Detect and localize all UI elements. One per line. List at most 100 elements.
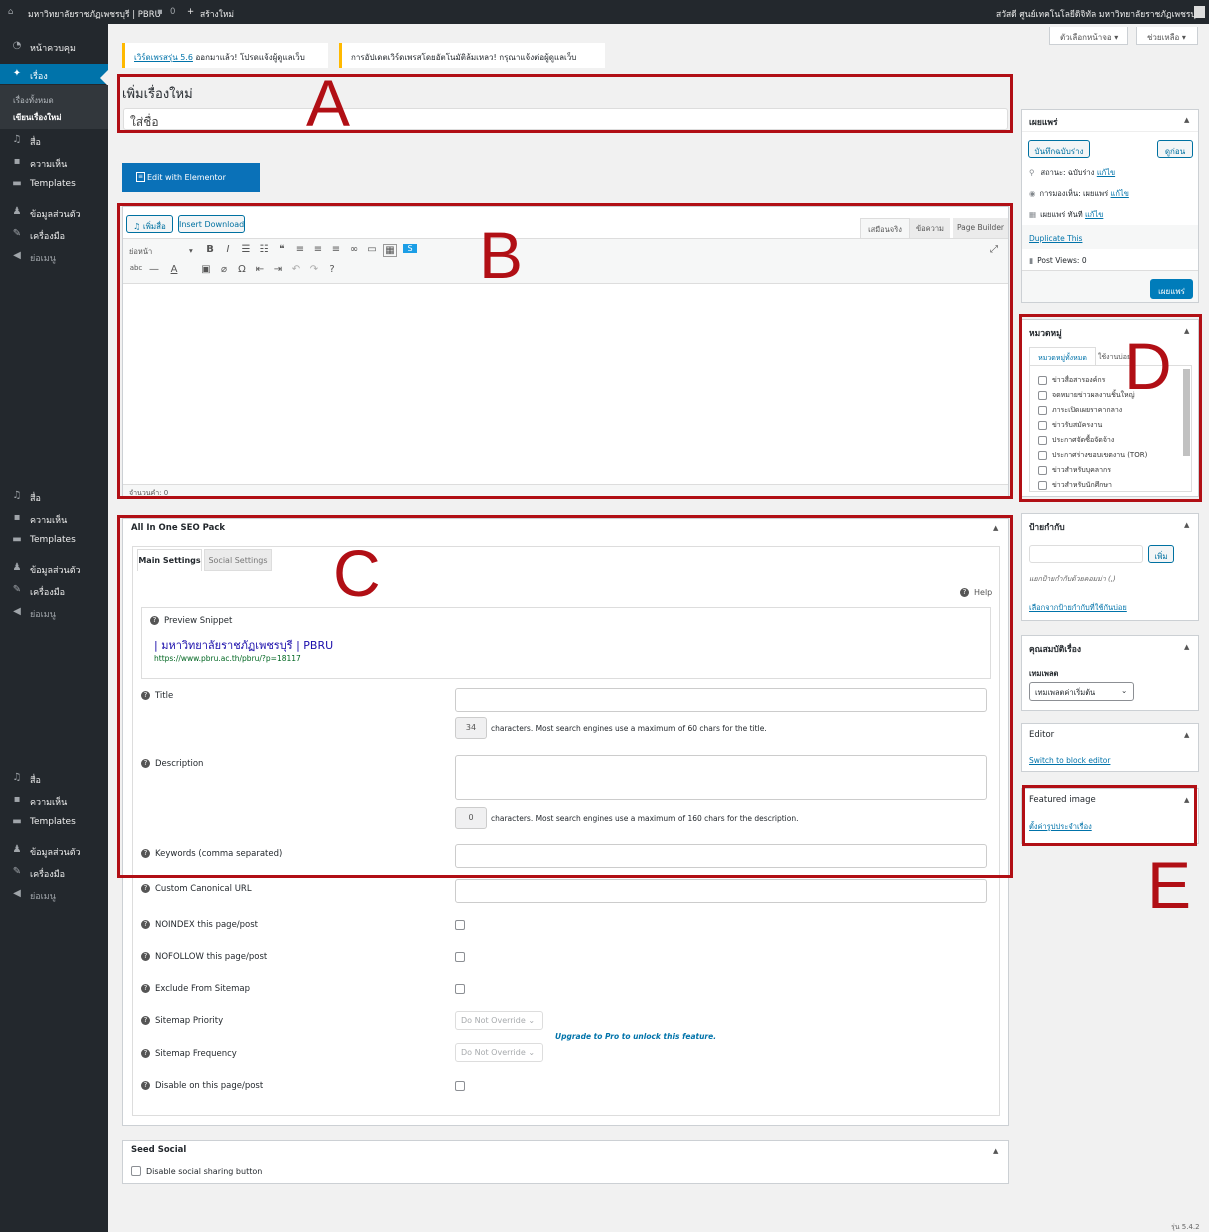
collapse-icon: ◀ <box>13 250 21 261</box>
chart-icon: ▮ <box>1029 256 1034 265</box>
annotation-label-b: B <box>479 218 524 292</box>
annotation-box-e <box>1022 785 1197 846</box>
collapse-arrow-icon[interactable]: ▲ <box>1184 116 1189 124</box>
comment-icon: ▪ <box>13 156 21 167</box>
media-icon: ♫ <box>12 772 22 783</box>
site-name-link[interactable]: มหาวิทยาลัยราชภัฏเพชรบุรี | PBRU <box>28 7 161 21</box>
menu-collapse[interactable]: ◀ ย่อเมนู <box>0 246 108 266</box>
status-row: ⚲ สถานะ: ฉบับร่าง แก้ไข <box>1029 168 1116 177</box>
tags-title: ป้ายกำกับ <box>1029 523 1065 533</box>
collapse-arrow-icon[interactable]: ▲ <box>1184 521 1189 529</box>
home-icon[interactable]: ⌂ <box>8 7 13 17</box>
menu-tools[interactable]: ✎ เครื่องมือ <box>0 224 108 244</box>
submenu-add-new[interactable]: เขียนเรื่องใหม่ <box>13 111 62 124</box>
collapse-arrow-icon[interactable]: ▲ <box>1184 731 1189 739</box>
help-icon: ? <box>141 1049 150 1058</box>
submenu-all-posts[interactable]: เรื่องทั้งหมด <box>13 94 54 107</box>
annotation-box-c <box>117 515 1013 878</box>
sitemap-frequency-select[interactable]: Do Not Override ⌄ <box>455 1043 543 1062</box>
edit-status-link[interactable]: แก้ไข <box>1097 168 1115 177</box>
menu-dashboard[interactable]: ◔ หน้าควบคุม <box>0 36 108 56</box>
collapse-arrow-icon[interactable]: ▲ <box>1184 643 1189 651</box>
menu-posts[interactable]: ✦ เรื่อง <box>0 64 108 84</box>
menu-profile[interactable]: ♟ ข้อมูลส่วนตัว <box>0 558 108 578</box>
menu-media[interactable]: ♫ สื่อ <box>0 130 108 150</box>
canonical-url-input[interactable] <box>455 879 987 903</box>
menu-profile[interactable]: ♟ ข้อมูลส่วนตัว <box>0 202 108 222</box>
editor-box-title: Editor <box>1029 730 1055 740</box>
menu-tools[interactable]: ✎ เครื่องมือ <box>0 580 108 600</box>
edit-visibility-link[interactable]: แก้ไข <box>1111 189 1129 198</box>
preview-button[interactable]: ดูก่อน <box>1157 140 1193 158</box>
disable-seo-checkbox[interactable] <box>455 1081 465 1091</box>
nofollow-checkbox[interactable] <box>455 952 465 962</box>
update-link[interactable]: เวิร์ดเพรสรุ่น 5.6 <box>134 53 193 62</box>
new-content-link[interactable]: สร้างใหม่ <box>200 7 234 21</box>
collapse-icon: ◀ <box>13 606 21 617</box>
noindex-label: ? NOINDEX this page/post <box>141 920 258 930</box>
switch-block-editor-link[interactable]: Switch to block editor <box>1029 756 1110 765</box>
menu-comments[interactable]: ▪ ความเห็น <box>0 152 108 172</box>
calendar-icon: ▦ <box>1029 210 1037 219</box>
disable-sharing-checkbox[interactable] <box>131 1166 141 1176</box>
edit-schedule-link[interactable]: แก้ไข <box>1085 210 1103 219</box>
folder-icon: ▬ <box>12 534 22 545</box>
exclude-sitemap-label: ? Exclude From Sitemap <box>141 984 250 994</box>
menu-templates[interactable]: ▬ Templates <box>0 174 108 194</box>
menu-comments[interactable]: ▪ ความเห็น <box>0 790 108 810</box>
menu-templates[interactable]: ▬ Templates <box>0 530 108 550</box>
add-tag-button[interactable]: เพิ่ม <box>1148 545 1174 563</box>
menu-comments[interactable]: ▪ ความเห็น <box>0 508 108 528</box>
help-button[interactable]: ช่วยเหลือ ▾ <box>1136 27 1198 45</box>
annotation-box-d <box>1019 314 1202 502</box>
noindex-checkbox[interactable] <box>455 920 465 930</box>
folder-icon: ▬ <box>12 816 22 827</box>
help-icon: ? <box>141 984 150 993</box>
comment-icon[interactable]: ▪ <box>157 7 163 17</box>
new-tag-input[interactable] <box>1029 545 1143 563</box>
collapse-icon: ◀ <box>13 888 21 899</box>
avatar[interactable] <box>1194 6 1205 18</box>
dashboard-icon: ◔ <box>12 40 22 51</box>
help-icon: ? <box>141 1081 150 1090</box>
sitemap-priority-select[interactable]: Do Not Override ⌄ <box>455 1011 543 1030</box>
elementor-button[interactable]: ≡ Edit with Elementor <box>122 163 260 192</box>
publish-button[interactable]: เผยแพร่ <box>1150 279 1193 299</box>
version-text: รุ่น 5.4.2 <box>1171 1223 1200 1231</box>
sitemap-priority-label: ? Sitemap Priority <box>141 1016 223 1026</box>
menu-media[interactable]: ♫ สื่อ <box>0 768 108 788</box>
menu-templates[interactable]: ▬ Templates <box>0 812 108 832</box>
menu-collapse[interactable]: ◀ ย่อเมนู <box>0 884 108 904</box>
visibility-row: ◉ การมองเห็น: เผยแพร่ แก้ไข <box>1029 189 1129 198</box>
upgrade-pro-link[interactable]: Upgrade to Pro to unlock this feature. <box>555 1032 716 1041</box>
collapse-arrow-icon[interactable]: ▲ <box>993 1147 998 1155</box>
menu-collapse[interactable]: ◀ ย่อเมนู <box>0 602 108 622</box>
chevron-down-icon: ⌄ <box>1121 686 1128 695</box>
exclude-sitemap-checkbox[interactable] <box>455 984 465 994</box>
menu-profile[interactable]: ♟ ข้อมูลส่วนตัว <box>0 840 108 860</box>
comment-icon: ▪ <box>13 512 21 523</box>
duplicate-link[interactable]: Duplicate This <box>1029 234 1082 243</box>
attributes-title: คุณสมบัติเรื่อง <box>1029 645 1082 655</box>
menu-tools[interactable]: ✎ เครื่องมือ <box>0 862 108 882</box>
nofollow-label: ? NOFOLLOW this page/post <box>141 952 267 962</box>
menu-media[interactable]: ♫ สื่อ <box>0 486 108 506</box>
active-arrow <box>100 70 108 86</box>
publish-title: เผยแพร่ <box>1029 118 1058 128</box>
user-greeting[interactable]: สวัสดี ศูนย์เทคโนโลยีดิจิทัล มหาวิทยาลัย… <box>996 7 1200 21</box>
save-draft-button[interactable]: บันทึกฉบับร่าง <box>1028 140 1090 158</box>
screen-options-button[interactable]: ตัวเลือกหน้าจอ ▾ <box>1049 27 1128 45</box>
choose-tags-link[interactable]: เลือกจากป้ายกำกับที่ใช้กันบ่อย <box>1029 602 1127 614</box>
folder-icon: ▬ <box>12 178 22 189</box>
wrench-icon: ✎ <box>12 866 22 877</box>
annotation-box-a <box>117 74 1013 133</box>
template-select[interactable]: เทมเพลตค่าเริ่มต้น ⌄ <box>1029 682 1134 701</box>
elementor-icon: ≡ <box>136 172 145 182</box>
help-icon: ? <box>141 952 150 961</box>
canonical-label: ? Custom Canonical URL <box>141 884 252 894</box>
media-icon: ♫ <box>12 134 22 145</box>
wrench-icon: ✎ <box>12 584 22 595</box>
user-icon: ♟ <box>12 562 22 573</box>
annotation-label-d: D <box>1124 329 1172 403</box>
tag-hint: แยกป้ายกำกับด้วยคอมม่า (,) <box>1029 575 1116 583</box>
